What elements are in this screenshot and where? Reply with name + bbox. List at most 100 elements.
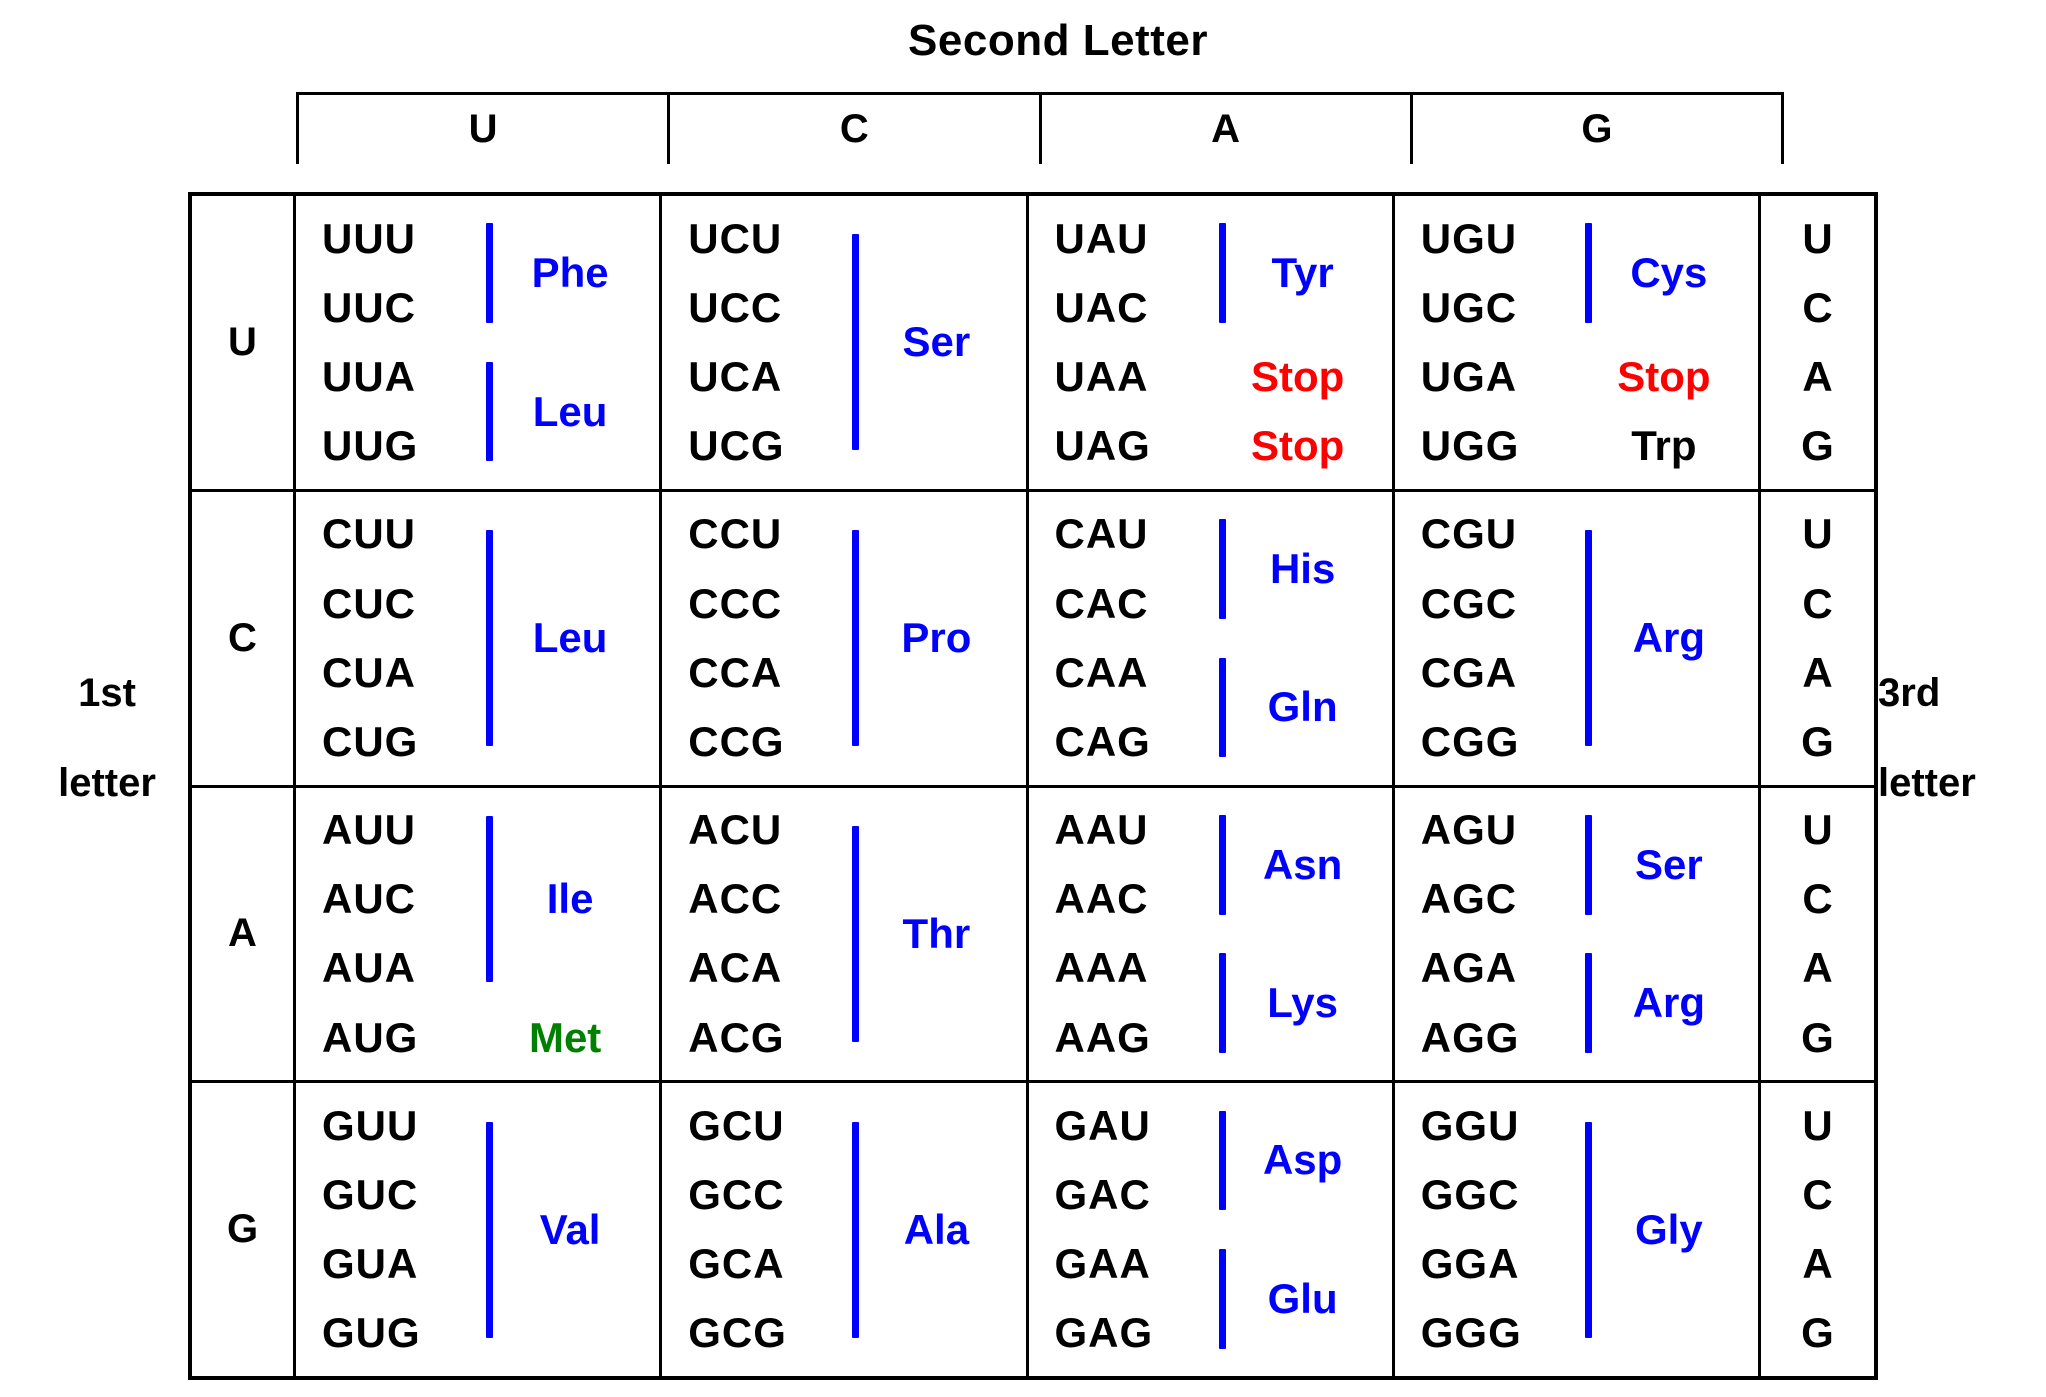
codon-row-a: A AUU AUC AUA AUG Ile Met ACU ACC ACA ACG Thr AAU AAC…	[192, 787, 1874, 1084]
group-bracket-bar	[852, 1121, 860, 1338]
codon-cell-ug: UGU UGC UGA UGG Cys Stop Trp	[1395, 196, 1758, 489]
codon-row-c: C CUU CUC CUA CUG Leu CCU CCC CCA CCG Pro CAU CAC CAA…	[192, 491, 1874, 788]
codon: UUG	[322, 422, 419, 470]
amino-acid-group: Ala	[842, 1091, 1019, 1368]
third-letter-caption: 3rd letter	[1878, 673, 2046, 803]
amino-acid-area: Ser Arg	[1575, 796, 1752, 1073]
amino-acid-area: Pro	[842, 500, 1019, 777]
amino-acid-label: Ile	[546, 875, 594, 923]
codon-list: GCU GCC GCA GCG	[688, 1091, 838, 1368]
codon: UUU	[322, 214, 416, 262]
group-bracket-bar	[852, 530, 860, 747]
codon-list: UGU UGC UGA UGG	[1421, 204, 1571, 481]
codon: CUG	[322, 717, 419, 765]
codon: ACA	[688, 944, 783, 992]
amino-acid-group: Val	[476, 1091, 653, 1368]
codon-cell-au: AUU AUC AUA AUG Ile Met	[296, 787, 663, 1081]
amino-acid-label: Arg	[1632, 979, 1706, 1027]
codon: AAG	[1054, 1013, 1151, 1061]
amino-acid-group: Tyr	[1209, 204, 1386, 342]
codon: GAA	[1054, 1240, 1151, 1288]
codon-cells: AUU AUC AUA AUG Ile Met ACU ACC ACA ACG Thr AAU AAC A…	[296, 787, 1758, 1081]
codon-list: CAU CAC CAA CAG	[1055, 500, 1205, 777]
second-letter-caption: Second Letter	[0, 16, 2046, 66]
third-letter-value: G	[1801, 1013, 1834, 1061]
codon: UCG	[688, 422, 785, 470]
third-letter-column: UCAG	[1758, 491, 1874, 785]
codon: CAG	[1054, 717, 1151, 765]
codon: UAC	[1054, 283, 1149, 331]
amino-acid-label: Gln	[1267, 683, 1338, 731]
codon: UCU	[688, 214, 783, 262]
group-bracket-bar	[1218, 953, 1226, 1053]
amino-acid-group: Thr	[842, 796, 1019, 1073]
codon-list: GAU GAC GAA GAG	[1055, 1091, 1205, 1368]
amino-acid-area: Thr	[842, 796, 1019, 1073]
codon: UGU	[1420, 214, 1518, 262]
codon-cell-uu: UUU UUC UUA UUG Phe Leu	[296, 196, 663, 489]
amino-acid-group: Stop	[1209, 342, 1386, 411]
third-letter-column: UCAG	[1758, 787, 1874, 1081]
codon-list: UCU UCC UCA UCG	[688, 204, 838, 481]
codon: ACU	[688, 806, 783, 854]
third-letter-value: U	[1802, 214, 1833, 262]
amino-acid-area: Cys Stop Trp	[1575, 204, 1752, 481]
codon: GAC	[1054, 1171, 1151, 1219]
amino-acid-label: Val	[539, 1205, 601, 1253]
amino-acid-label: Stop	[1617, 352, 1711, 400]
third-letter-column: UCAG	[1758, 1083, 1874, 1376]
codon: GUG	[322, 1309, 421, 1357]
amino-acid-group: Leu	[476, 500, 653, 777]
codon: GGG	[1420, 1309, 1522, 1357]
amino-acid-label: Gly	[1635, 1205, 1703, 1253]
codon-list: ACU ACC ACA ACG	[688, 796, 838, 1073]
codon-cell-cg: CGU CGC CGA CGG Arg	[1395, 492, 1758, 785]
amino-acid-label: His	[1269, 544, 1336, 592]
codon: GAU	[1054, 1101, 1151, 1149]
codon: CGA	[1420, 648, 1518, 696]
codon-grid: U UUU UUC UUA UUG Phe Leu UCU UCC UCA UCG Ser UAU UAC…	[188, 192, 1878, 1380]
codon-cell-gg: GGU GGC GGA GGG Gly	[1395, 1083, 1758, 1376]
codon: GAG	[1054, 1309, 1154, 1357]
codon: GUA	[322, 1240, 419, 1288]
codon: CAC	[1054, 579, 1149, 627]
first-letter-caption-line2: letter	[58, 761, 156, 805]
third-letter-caption-line1: 3rd	[1878, 671, 1941, 715]
codon-cell-gu: GUU GUC GUA GUG Val	[296, 1083, 663, 1376]
codon: UUC	[322, 283, 416, 331]
group-bracket-bar	[1218, 814, 1226, 915]
codon: AGC	[1420, 875, 1518, 923]
first-letter-caption: 1st letter	[22, 673, 192, 803]
codon-cell-cc: CCU CCC CCA CCG Pro	[662, 491, 1029, 785]
group-bracket-bar	[1218, 1110, 1226, 1211]
amino-acid-area: Val	[476, 1091, 653, 1368]
second-letter-header-a: A	[1042, 95, 1413, 164]
amino-acid-group: Arg	[1575, 500, 1752, 777]
group-bracket-bar	[486, 1121, 493, 1338]
codon: CCU	[688, 510, 783, 558]
codon-list: GGU GGC GGA GGG	[1421, 1091, 1571, 1368]
codon-cell-cu: CUU CUC CUA CUG Leu	[296, 491, 663, 785]
amino-acid-group: Glu	[1209, 1230, 1386, 1368]
codon: GCA	[688, 1240, 785, 1288]
codon: CUU	[322, 510, 416, 558]
group-bracket-bar	[1584, 1121, 1592, 1338]
codon-cells: UUU UUC UUA UUG Phe Leu UCU UCC UCA UCG Ser UAU UAC U…	[296, 196, 1758, 489]
amino-acid-group: Lys	[1209, 934, 1386, 1072]
first-letter-label-g: G	[192, 1083, 296, 1376]
amino-acid-area: Tyr Stop Stop	[1209, 204, 1386, 481]
group-bracket-bar	[486, 361, 493, 462]
amino-acid-group: Stop	[1209, 412, 1386, 481]
codon-list: UAU UAC UAA UAG	[1055, 204, 1205, 481]
codon: AGU	[1420, 806, 1518, 854]
codon: UUA	[322, 352, 416, 400]
codon-row-u: U UUU UUC UUA UUG Phe Leu UCU UCC UCA UCG Ser UAU UAC…	[192, 196, 1874, 492]
third-letter-value: A	[1802, 1240, 1833, 1288]
amino-acid-label: Leu	[532, 387, 608, 435]
group-bracket-bar	[1584, 814, 1592, 915]
amino-acid-group: Met	[476, 1003, 653, 1072]
amino-acid-group: Stop	[1575, 342, 1752, 411]
amino-acid-label: Stop	[1250, 422, 1345, 470]
codon-cell-ga: GAU GAC GAA GAG Asp Glu	[1029, 1083, 1395, 1376]
group-bracket-bar	[852, 825, 860, 1042]
